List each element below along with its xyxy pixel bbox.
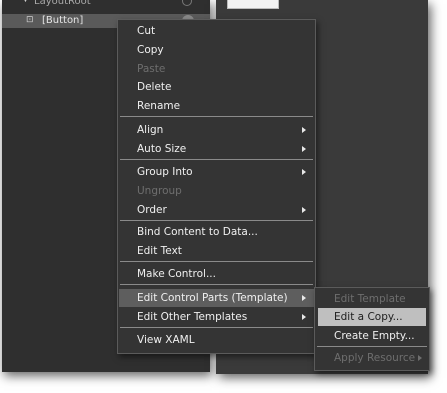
menu-item-copy[interactable]: Copy: [119, 41, 314, 59]
visibility-icon[interactable]: [182, 0, 192, 6]
submenu-arrow-icon: [302, 146, 306, 152]
menu-item-auto-size[interactable]: Auto Size: [119, 140, 314, 158]
menu-item-edit-other-templates[interactable]: Edit Other Templates: [119, 308, 314, 326]
menu-item-ungroup: Ungroup: [137, 185, 182, 197]
menu-separator: [120, 327, 313, 328]
menu-separator: [120, 284, 313, 285]
submenu-item-edit-a-copy[interactable]: Edit a Copy...: [318, 308, 426, 326]
submenu-item-create-empty[interactable]: Create Empty...: [316, 327, 428, 345]
context-menu: Cut Copy Paste Delete Rename Align Auto …: [117, 19, 316, 354]
menu-item-view-xaml[interactable]: View XAML: [119, 331, 314, 349]
expand-arrow-icon[interactable]: ▼: [22, 0, 31, 4]
artboard-edge: [227, 0, 279, 9]
menu-separator: [317, 346, 427, 347]
submenu-item-edit-template: Edit Template: [334, 293, 406, 305]
button-element-icon: ⊡: [26, 15, 34, 25]
menu-item-make-control[interactable]: Make Control...: [119, 265, 314, 283]
menu-item-align[interactable]: Align: [119, 121, 314, 139]
menu-item-cut[interactable]: Cut: [119, 22, 314, 40]
tree-item-label: LayoutRoot: [34, 0, 91, 7]
tree-item-label: [Button]: [42, 15, 84, 26]
submenu-arrow-icon: [302, 207, 306, 213]
menu-item-edit-text[interactable]: Edit Text: [119, 242, 314, 260]
menu-item-rename[interactable]: Rename: [119, 97, 314, 115]
menu-item-order[interactable]: Order: [119, 201, 314, 219]
submenu-arrow-icon: [302, 127, 306, 133]
menu-separator: [120, 261, 313, 262]
screenshot: ▼ LayoutRoot ⊡ [Button] Cut Copy Paste D…: [0, 0, 447, 393]
menu-item-group-into[interactable]: Group Into: [119, 163, 314, 181]
menu-item-paste: Paste: [137, 63, 166, 75]
submenu-arrow-icon: [302, 295, 306, 301]
menu-separator: [120, 116, 313, 117]
template-submenu: Edit Template Edit a Copy... Create Empt…: [314, 287, 430, 371]
submenu-arrow-icon: [418, 355, 422, 361]
menu-separator: [120, 159, 313, 160]
submenu-arrow-icon: [302, 169, 306, 175]
menu-item-delete[interactable]: Delete: [119, 78, 314, 96]
tree-item-layoutroot[interactable]: ▼ LayoutRoot: [2, 0, 210, 9]
menu-item-bind-content[interactable]: Bind Content to Data...: [119, 223, 314, 241]
menu-separator: [120, 220, 313, 221]
menu-item-edit-control-parts[interactable]: Edit Control Parts (Template): [119, 289, 314, 307]
submenu-item-apply-resource: Apply Resource: [316, 349, 428, 367]
submenu-arrow-icon: [302, 314, 306, 320]
